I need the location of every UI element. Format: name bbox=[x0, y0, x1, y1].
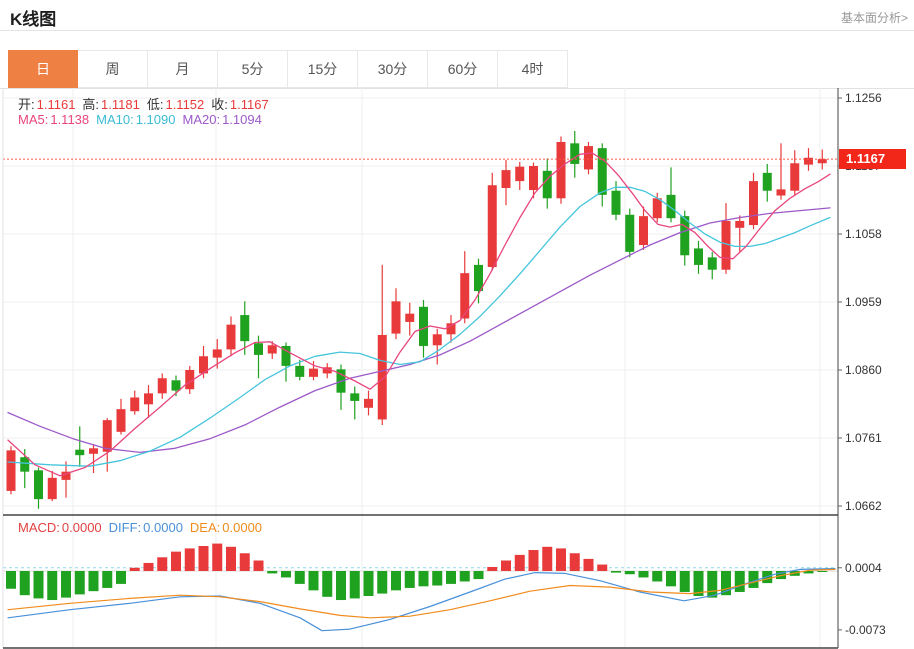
legend-value: 1.1167 bbox=[230, 97, 269, 112]
legend-value: 1.1090 bbox=[136, 112, 176, 127]
macd-legend: MACD:0.0000DIFF:0.0000DEA:0.0000 bbox=[18, 520, 269, 535]
legend-value: 0.0000 bbox=[143, 520, 183, 535]
legend-label: DEA: bbox=[190, 520, 220, 535]
axis-tick-label: -0.0073 bbox=[845, 623, 886, 637]
legend-label: MA10: bbox=[96, 112, 134, 127]
legend-value: 0.0000 bbox=[222, 520, 262, 535]
legend-value: 1.1181 bbox=[101, 97, 140, 112]
legend-label: 高: bbox=[82, 97, 99, 112]
axis-tick-label: 1.0662 bbox=[845, 499, 882, 513]
legend-label: 收: bbox=[211, 97, 228, 112]
kline-app: K线图 基本面分析> 日周月5分15分30分60分4时 开:1.1161高:1.… bbox=[0, 0, 914, 649]
legend-value: 1.1152 bbox=[165, 97, 204, 112]
legend-label: 开: bbox=[18, 97, 35, 112]
legend-label: MA20: bbox=[182, 112, 220, 127]
legend-label: 低: bbox=[147, 97, 164, 112]
legend-label: MACD: bbox=[18, 520, 60, 535]
legend-value: 1.1138 bbox=[50, 112, 89, 127]
axis-tick-label: 0.0004 bbox=[845, 561, 882, 575]
axis-tick-label: 1.0860 bbox=[845, 363, 882, 377]
ohlc-legend: 开:1.1161 高:1.1181 低:1.1152 收:1.1167 bbox=[18, 94, 276, 113]
axis-tick-label: 1.0761 bbox=[845, 431, 882, 445]
axis-tick-label: 1.1256 bbox=[845, 91, 882, 105]
current-price-tag: 1.1167 bbox=[839, 149, 906, 169]
axis-tick-label: 1.1058 bbox=[845, 227, 882, 241]
legend-label: MA5: bbox=[18, 112, 48, 127]
legend-label: DIFF: bbox=[109, 520, 142, 535]
legend-value: 1.1161 bbox=[37, 97, 76, 112]
ma-legend: MA5:1.1138 MA10:1.1090 MA20:1.1094 bbox=[18, 112, 269, 127]
axis-tick-label: 1.0959 bbox=[845, 295, 882, 309]
legend-value: 0.0000 bbox=[62, 520, 102, 535]
legend-value: 1.1094 bbox=[222, 112, 262, 127]
